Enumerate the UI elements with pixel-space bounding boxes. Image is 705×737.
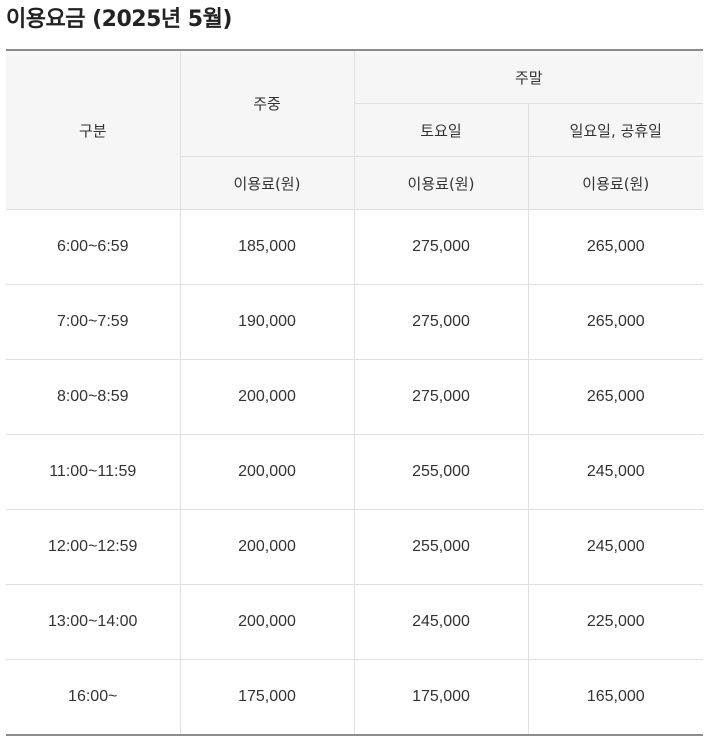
header-fee-sunday: 이용료(원)	[527, 156, 704, 210]
sunday-price-cell: 265,000	[527, 284, 704, 360]
time-cell: 8:00~8:59	[6, 359, 181, 435]
table-row: 11:00~11:59 200,000 255,000 245,000	[6, 434, 704, 510]
sunday-price-cell: 225,000	[527, 584, 704, 660]
fee-table: 구분 주중 주말 토요일 일요일, 공휴일 이용료(원) 이용료(원) 이용료(…	[6, 49, 704, 736]
header-weekday: 주중	[179, 49, 355, 157]
time-cell: 11:00~11:59	[6, 434, 181, 510]
time-cell: 6:00~6:59	[6, 209, 181, 285]
saturday-price-cell: 255,000	[353, 509, 529, 585]
time-cell: 7:00~7:59	[6, 284, 181, 360]
weekday-price-cell: 185,000	[179, 209, 355, 285]
weekday-price-cell: 175,000	[179, 659, 355, 736]
saturday-price-cell: 275,000	[353, 359, 529, 435]
sunday-price-cell: 165,000	[527, 659, 704, 736]
weekday-price-cell: 190,000	[179, 284, 355, 360]
saturday-price-cell: 175,000	[353, 659, 529, 736]
weekday-price-cell: 200,000	[179, 584, 355, 660]
saturday-price-cell: 275,000	[353, 284, 529, 360]
header-fee-saturday: 이용료(원)	[353, 156, 529, 210]
weekday-price-cell: 200,000	[179, 509, 355, 585]
time-cell: 13:00~14:00	[6, 584, 181, 660]
header-row: 구분 주중 주말	[6, 49, 704, 210]
header-saturday: 토요일	[354, 103, 529, 157]
fee-table-header: 구분 주중 주말 토요일 일요일, 공휴일 이용료(원) 이용료(원) 이용료(…	[6, 49, 704, 210]
weekday-price-cell: 200,000	[179, 359, 355, 435]
saturday-price-cell: 255,000	[353, 434, 529, 510]
header-weekend: 주말	[353, 49, 704, 104]
page: 이용요금 (2025년 5월) 구분 주중 주말 토요일 일요일, 공휴일 이용…	[0, 0, 705, 737]
header-category: 구분	[6, 49, 181, 210]
fee-table-body: 6:00~6:59 185,000 275,000 265,000 7:00~7…	[6, 209, 704, 736]
sunday-price-cell: 265,000	[527, 359, 704, 435]
page-title: 이용요금 (2025년 5월)	[6, 7, 232, 32]
table-row: 12:00~12:59 200,000 255,000 245,000	[6, 509, 704, 585]
table-row: 8:00~8:59 200,000 275,000 265,000	[6, 359, 704, 435]
table-row: 13:00~14:00 200,000 245,000 225,000	[6, 584, 704, 660]
weekday-price-cell: 200,000	[179, 434, 355, 510]
table-row: 16:00~ 175,000 175,000 165,000	[6, 659, 704, 736]
header-sunday-holiday: 일요일, 공휴일	[527, 103, 704, 157]
header-fee-weekday: 이용료(원)	[180, 156, 355, 210]
sunday-price-cell: 265,000	[527, 209, 704, 285]
saturday-price-cell: 245,000	[353, 584, 529, 660]
sunday-price-cell: 245,000	[527, 434, 704, 510]
time-cell: 12:00~12:59	[6, 509, 181, 585]
table-row: 7:00~7:59 190,000 275,000 265,000	[6, 284, 704, 360]
table-row: 6:00~6:59 185,000 275,000 265,000	[6, 209, 704, 285]
saturday-price-cell: 275,000	[353, 209, 529, 285]
time-cell: 16:00~	[6, 659, 181, 736]
sunday-price-cell: 245,000	[527, 509, 704, 585]
